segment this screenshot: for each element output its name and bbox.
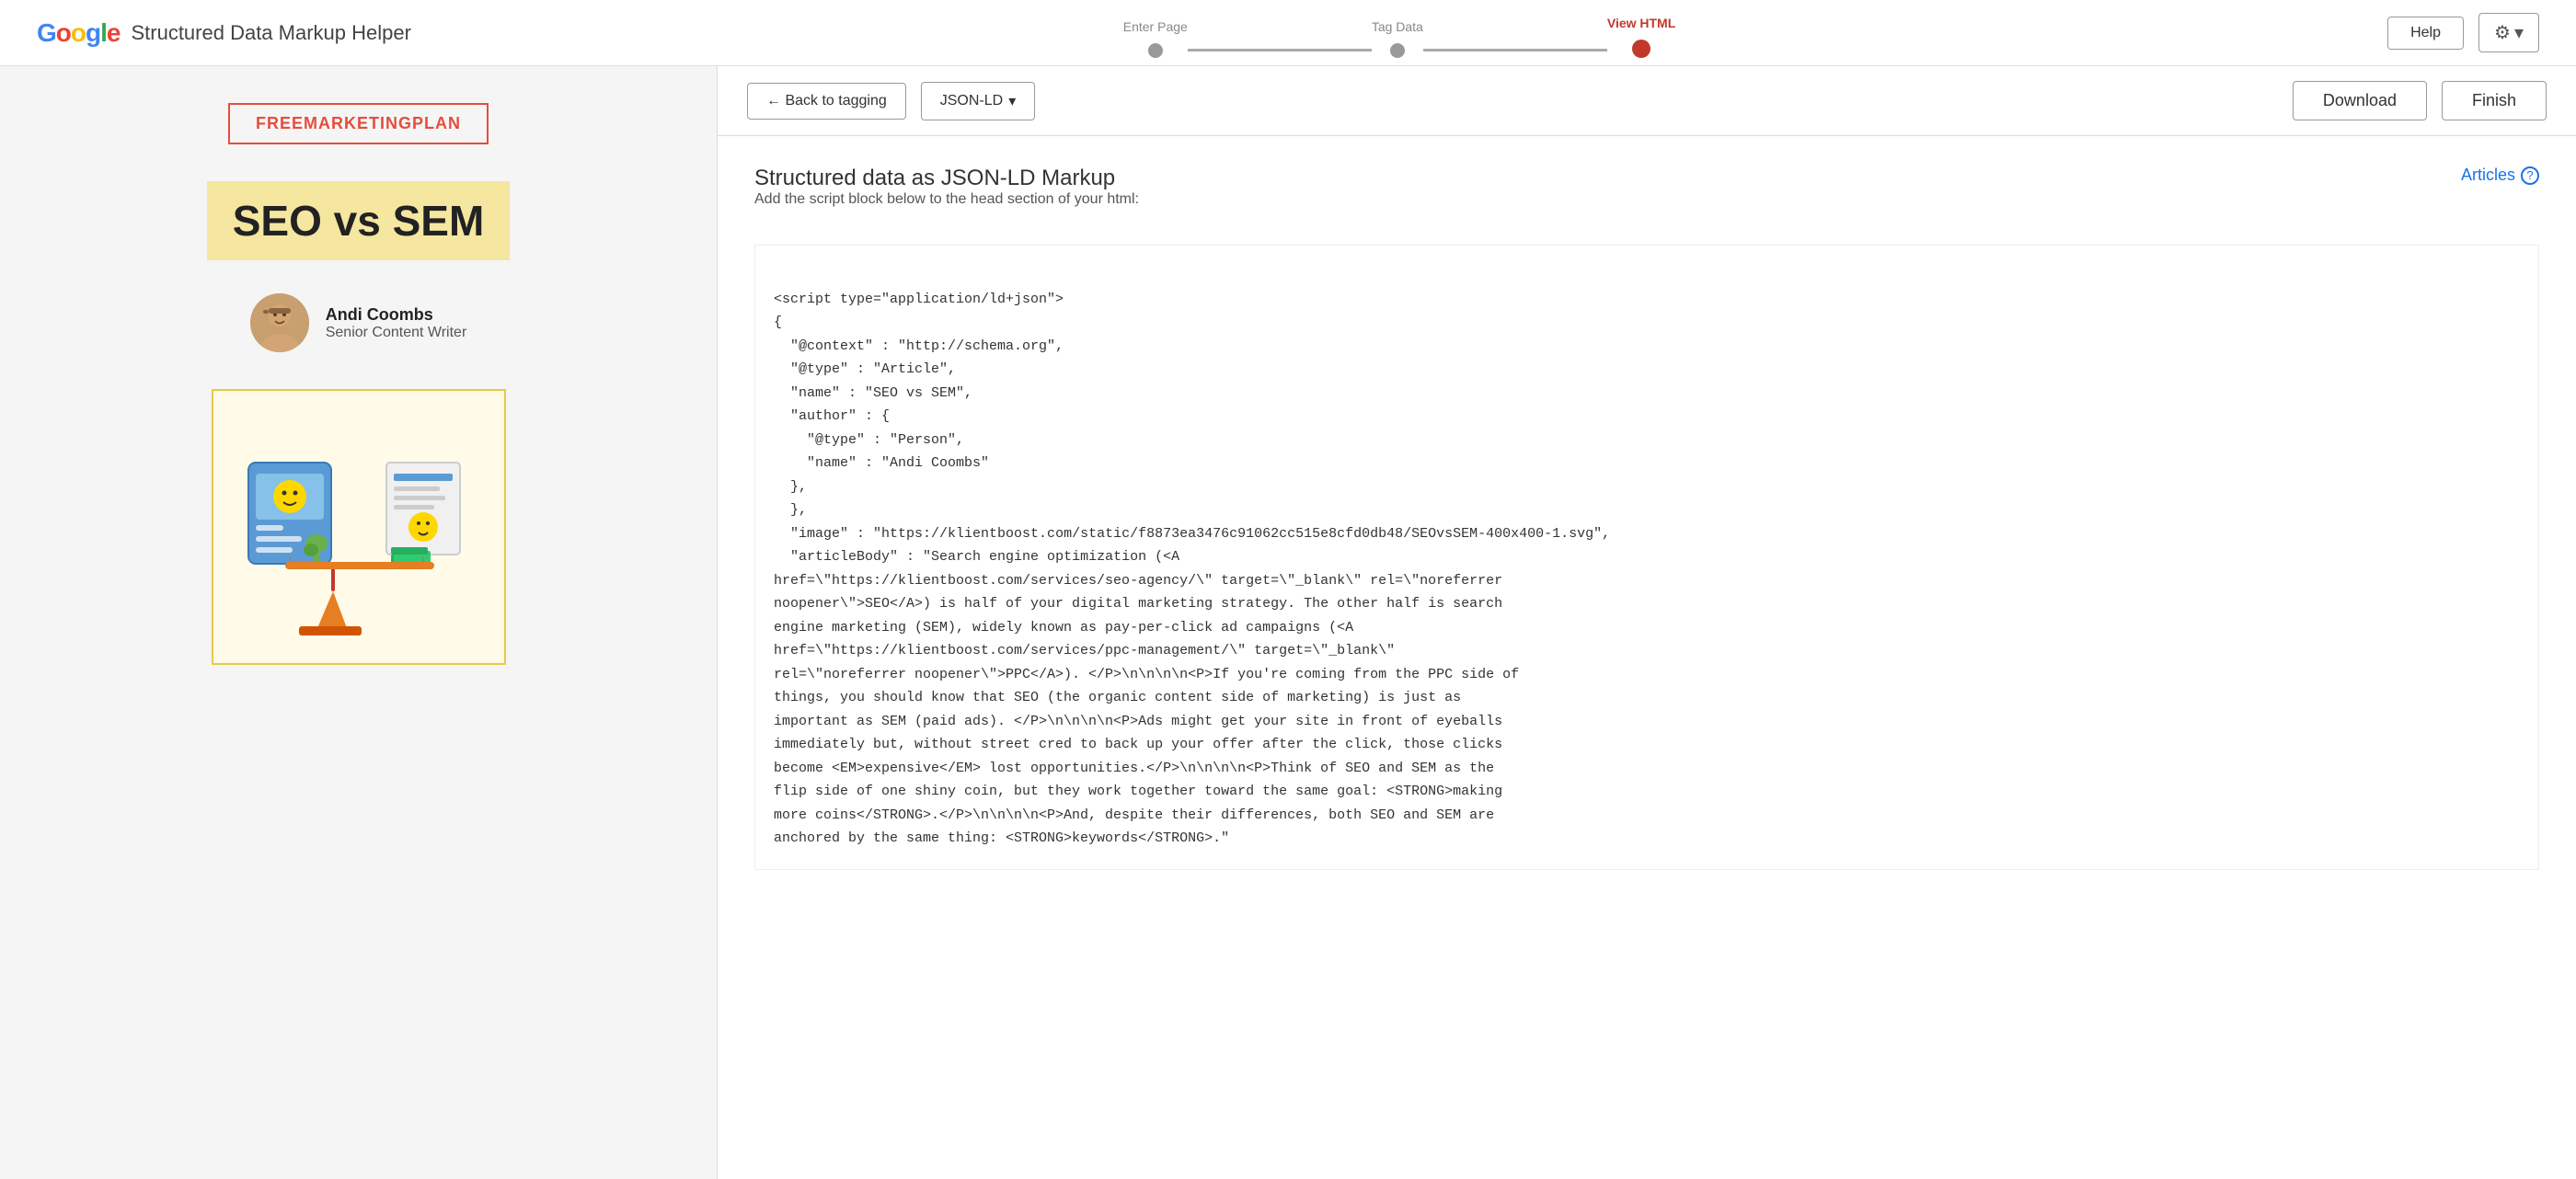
code-block: <script type="application/ld+json"> { "@…: [754, 245, 2539, 870]
author-role: Senior Content Writer: [326, 325, 467, 341]
logo-area: Google Structured Data Markup Helper: [37, 18, 411, 48]
structured-data-title: Structured data as JSON-LD Markup: [754, 166, 1139, 191]
step-view-html-dot: [1632, 40, 1650, 58]
google-g: G: [37, 18, 56, 48]
step-view-html-label: View HTML: [1607, 16, 1675, 30]
toolbar-left: ← Back to tagging JSON-LD ▾: [747, 82, 1035, 120]
json-ld-chevron: ▾: [1008, 92, 1016, 110]
steps-area: Enter Page Tag Data View HTML: [1123, 8, 1676, 58]
google-l: l: [100, 18, 107, 48]
google-e: e: [107, 18, 121, 48]
author-avatar: [250, 293, 309, 352]
left-panel: FREEMARKETINGPLAN SEO vs SEM: [0, 66, 718, 1179]
step-enter-page-dot: [1148, 43, 1163, 58]
google-logo: Google: [37, 18, 120, 48]
promo-badge: FREEMARKETINGPLAN: [228, 103, 489, 144]
illustration-svg: [230, 407, 488, 647]
step-connector-2: [1423, 49, 1607, 52]
finish-button[interactable]: Finish: [2442, 81, 2547, 120]
google-o2: o: [71, 18, 86, 48]
step-view-html: View HTML: [1607, 16, 1675, 58]
step-tag-data: Tag Data: [1372, 19, 1423, 58]
google-g2: g: [86, 18, 100, 48]
articles-help-icon: ?: [2521, 166, 2539, 185]
json-ld-label: JSON-LD: [940, 93, 1003, 109]
settings-button[interactable]: ⚙ ▾: [2478, 13, 2539, 52]
settings-icon: ⚙: [2494, 21, 2511, 44]
step-enter-page-label: Enter Page: [1123, 19, 1188, 34]
step-connector-1: [1188, 49, 1372, 52]
settings-chevron: ▾: [2514, 21, 2524, 44]
help-button[interactable]: Help: [2387, 17, 2464, 50]
content-header-left: Structured data as JSON-LD Markup Add th…: [754, 166, 1139, 230]
download-button[interactable]: Download: [2293, 81, 2427, 120]
step-tag-data-label: Tag Data: [1372, 19, 1423, 34]
toolbar: ← Back to tagging JSON-LD ▾ Download Fin…: [718, 66, 2576, 136]
header-right: Help ⚙ ▾: [2387, 13, 2539, 52]
step-tag-data-dot: [1390, 43, 1405, 58]
header: Google Structured Data Markup Helper Ent…: [0, 0, 2576, 66]
json-ld-button[interactable]: JSON-LD ▾: [921, 82, 1035, 120]
right-panel: ← Back to tagging JSON-LD ▾ Download Fin…: [718, 66, 2576, 1179]
step-enter-page: Enter Page: [1123, 19, 1188, 58]
back-to-tagging-button[interactable]: ← Back to tagging: [747, 83, 906, 120]
author-area: Andi Coombs Senior Content Writer: [250, 293, 467, 352]
illustration-box: [212, 389, 506, 665]
author-info: Andi Coombs Senior Content Writer: [326, 305, 467, 341]
content-header: Structured data as JSON-LD Markup Add th…: [754, 166, 2539, 230]
avatar-svg: [250, 293, 309, 352]
articles-label: Articles: [2461, 166, 2515, 185]
add-script-text: Add the script block below to the head s…: [754, 191, 1139, 208]
google-o1: o: [56, 18, 71, 48]
articles-link[interactable]: Articles ?: [2461, 166, 2539, 185]
toolbar-right: Download Finish: [2293, 81, 2547, 120]
content-area: Structured data as JSON-LD Markup Add th…: [718, 136, 2576, 1179]
app-title: Structured Data Markup Helper: [131, 21, 410, 45]
article-title: SEO vs SEM: [207, 181, 511, 260]
author-name: Andi Coombs: [326, 305, 467, 325]
author-avatar-image: [250, 293, 309, 352]
main-area: FREEMARKETINGPLAN SEO vs SEM: [0, 66, 2576, 1179]
